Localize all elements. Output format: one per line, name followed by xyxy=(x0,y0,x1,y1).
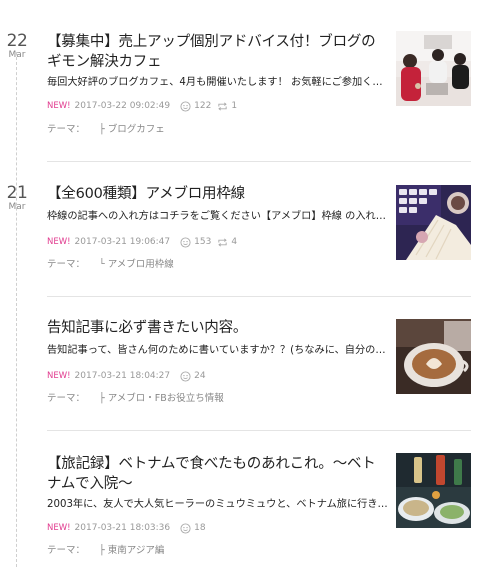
entry-thumbnail[interactable] xyxy=(396,31,471,106)
date-month: Mar xyxy=(8,202,26,212)
date-day: 21 xyxy=(6,183,28,203)
entry-meta: NEW! 2017-03-22 09:02:49 122 1 xyxy=(47,99,243,113)
entry-excerpt: 2003年に、友人で大人気ヒーラーのミュウミュウと、ベトナム旅に行きまし... xyxy=(47,499,389,510)
like-count: 153 xyxy=(194,237,212,247)
theme-branch-icon: └ xyxy=(99,259,108,270)
entry-date: 22 Mar xyxy=(0,32,34,60)
new-badge: NEW! xyxy=(47,523,71,533)
entry-title-link[interactable]: 告知記事に必ず書きたい内容。 xyxy=(47,318,385,338)
entry-excerpt: 告知記事って、皆さん何のために書いていますか？？(ちなみに、自分のサ... xyxy=(47,345,389,356)
new-badge: NEW! xyxy=(47,101,71,111)
theme-label: テーマ： xyxy=(47,545,86,556)
theme-branch-icon: ├ xyxy=(99,393,108,404)
theme-branch-icon: ├ xyxy=(99,545,108,556)
entry-meta: NEW! 2017-03-21 19:06:47 153 4 xyxy=(47,235,243,249)
entry-time: 2017-03-22 09:02:49 xyxy=(74,101,171,111)
new-badge: NEW! xyxy=(47,371,71,381)
smile-icon[interactable] xyxy=(180,236,191,248)
theme-label: テーマ： xyxy=(47,259,86,270)
reblog-count: 4 xyxy=(231,237,238,247)
entry-thumbnail[interactable] xyxy=(396,185,471,260)
theme-link[interactable]: ブログカフェ xyxy=(108,124,165,135)
reblog-count: 1 xyxy=(231,101,238,111)
entry-theme: テーマ： ├ ブログカフェ xyxy=(47,123,165,137)
entry-time: 2017-03-21 19:06:47 xyxy=(74,237,171,247)
entry-time: 2017-03-21 18:04:27 xyxy=(74,371,171,381)
entry-thumbnail[interactable] xyxy=(396,319,471,394)
entry-separator xyxy=(47,161,471,162)
new-badge: NEW! xyxy=(47,237,71,247)
date-month: Mar xyxy=(8,50,26,60)
entry-theme: テーマ： ├ アメブロ・FBお役立ち情報 xyxy=(47,392,224,406)
theme-link[interactable]: 東南アジア編 xyxy=(108,545,165,556)
theme-link[interactable]: アメブロ・FBお役立ち情報 xyxy=(108,393,224,404)
entry-title-link[interactable]: 【旅記録】ベトナムで食べたものあれこれ。～ベトナムで入院～ xyxy=(47,454,385,494)
entry-theme: テーマ： └ アメブロ用枠線 xyxy=(47,258,174,272)
smile-icon[interactable] xyxy=(180,370,191,382)
entry-title-link[interactable]: 【全600種類】アメブロ用枠線 xyxy=(47,184,385,204)
entry-title-link[interactable]: 【募集中】売上アップ個別アドバイス付！ブログのギモン解決カフェ xyxy=(47,32,385,72)
vietnam-food-photo xyxy=(396,453,471,528)
like-count: 122 xyxy=(194,101,212,111)
entry-meta: NEW! 2017-03-21 18:04:27 24 xyxy=(47,369,212,383)
theme-branch-icon: ├ xyxy=(99,124,108,135)
date-day: 22 xyxy=(6,31,28,51)
reblog-icon[interactable] xyxy=(217,237,228,248)
entry-excerpt: 毎回大好評のブログカフェ、4月も開催いたします！ お気軽にご参加ください... xyxy=(47,77,389,88)
entry-separator xyxy=(47,296,471,297)
entry-theme: テーマ： ├ 東南アジア編 xyxy=(47,544,164,558)
timeline-line xyxy=(16,52,17,567)
keyboard-coffee-photo xyxy=(396,185,471,260)
entry-separator xyxy=(47,430,471,431)
like-count: 18 xyxy=(194,523,206,533)
theme-label: テーマ： xyxy=(47,124,86,135)
entry-excerpt: 枠線の記事への入れ方はコチラをご覧ください【アメブロ】枠線 の入れ方 解... xyxy=(47,211,389,222)
smile-icon[interactable] xyxy=(180,100,191,112)
latte-photo xyxy=(396,319,471,394)
theme-link[interactable]: アメブロ用枠線 xyxy=(108,259,174,270)
entry-thumbnail[interactable] xyxy=(396,453,471,528)
theme-label: テーマ： xyxy=(47,393,86,404)
cafe-group-photo xyxy=(396,31,471,106)
entry-meta: NEW! 2017-03-21 18:03:36 18 xyxy=(47,521,212,535)
like-count: 24 xyxy=(194,371,206,381)
entry-date: 21 Mar xyxy=(0,184,34,212)
entry-time: 2017-03-21 18:03:36 xyxy=(74,523,171,533)
reblog-icon[interactable] xyxy=(217,101,228,112)
smile-icon[interactable] xyxy=(180,522,191,534)
